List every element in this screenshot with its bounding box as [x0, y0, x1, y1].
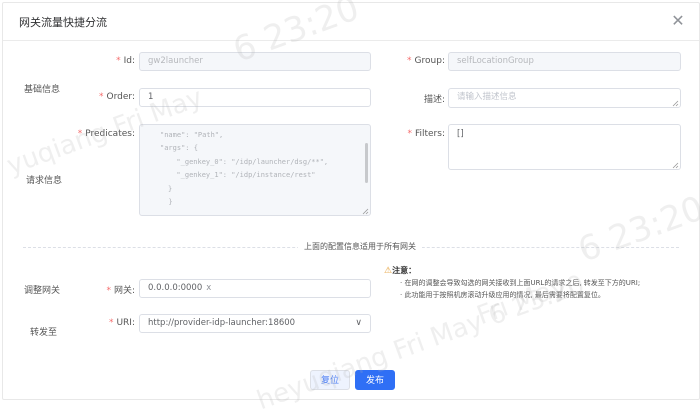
chevron-down-icon: ∨	[355, 318, 362, 328]
section-request-info: 请求信息	[26, 176, 63, 186]
id-field[interactable]: gw2launcher	[139, 52, 371, 71]
gateway-select[interactable]: 0.0.0.0:0000 x	[139, 279, 371, 298]
filters-editor[interactable]: []	[448, 124, 681, 170]
gateway-label: * 网关:	[106, 286, 135, 296]
section-adjust-gateway: 调整网关	[24, 286, 61, 296]
gateway-split-dialog: 网关流量快捷分流 ✕ 基础信息 请求信息 调整网关 转发至 * Id: gw2la…	[2, 0, 700, 416]
note-box: ⚠注意： · 在网的调整会导致勾选的网关接收到上面URL的请求之后, 转发至下方…	[384, 265, 640, 301]
predicates-code: "name": "Path", "args": { "_genkey_0": "/…	[160, 131, 329, 207]
group-label: * Group:	[407, 56, 445, 66]
watermark: 6 23:20	[573, 188, 700, 271]
section-forward-to: 转发至	[30, 328, 58, 338]
divider-text: 上面的配置信息适用于所有网关	[298, 241, 422, 252]
close-icon[interactable]: ✕	[669, 12, 687, 30]
filters-label: * Filters:	[407, 129, 445, 139]
resize-handle-icon[interactable]	[672, 162, 679, 169]
publish-button[interactable]: 发布	[355, 370, 395, 390]
resize-handle-icon[interactable]	[362, 208, 369, 215]
uri-value: http://provider-idp-launcher:18600	[148, 318, 296, 328]
reset-button[interactable]: 复位	[310, 370, 350, 390]
id-label: * Id:	[116, 56, 135, 66]
group-field[interactable]: selfLocationGroup	[448, 52, 681, 71]
gateway-tag: 0.0.0.0:0000 x	[148, 283, 212, 293]
warning-icon: ⚠	[384, 266, 393, 276]
order-label: * Order:	[99, 92, 135, 102]
predicates-editor[interactable]: "name": "Path", "args": { "_genkey_0": "/…	[139, 124, 371, 216]
predicates-label: * Predicates:	[77, 129, 135, 139]
dialog-header: 网关流量快捷分流 ✕	[3, 3, 699, 41]
description-field[interactable]: 请输入描述信息	[448, 88, 681, 108]
resize-handle-icon[interactable]	[672, 100, 679, 107]
note-line-2: · 此功能用于按照机房滚动升级应用的情况, 最后需要将配置复位。	[400, 291, 605, 299]
section-basic-info: 基础信息	[24, 85, 61, 95]
order-field[interactable]: 1	[139, 88, 371, 107]
scrollbar[interactable]	[365, 143, 368, 183]
dialog-title: 网关流量快捷分流	[19, 16, 107, 29]
note-line-1: · 在网的调整会导致勾选的网关接收到上面URL的请求之后, 转发至下方的URI;	[400, 279, 641, 287]
description-label: 描述:	[423, 95, 445, 105]
uri-select[interactable]: http://provider-idp-launcher:18600 ∨	[139, 314, 371, 333]
tag-close-icon[interactable]: x	[206, 283, 211, 293]
note-title: 注意：	[392, 266, 417, 275]
uri-label: * URI:	[108, 318, 135, 328]
filters-value: []	[457, 129, 464, 139]
